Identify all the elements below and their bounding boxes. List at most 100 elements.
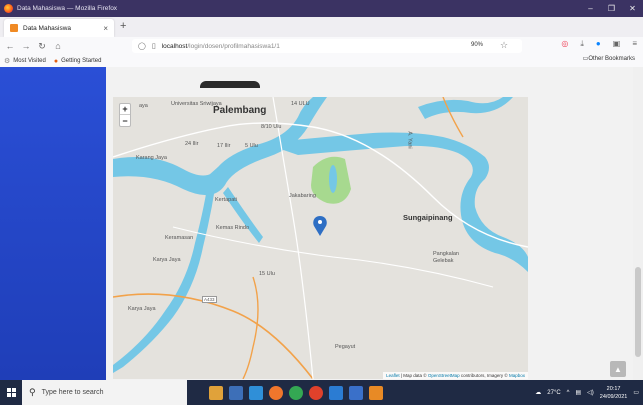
attribution-text: contributors, Imagery © <box>459 373 509 378</box>
chrome-icon[interactable] <box>289 385 303 400</box>
map-label: Pegayut <box>335 344 356 350</box>
maximize-icon[interactable]: ❐ <box>601 0 622 17</box>
extensions-icon[interactable]: ▣ <box>613 39 621 49</box>
tab-close-icon[interactable]: × <box>103 24 108 33</box>
windows-logo-icon <box>6 388 16 397</box>
bookmarks-toolbar: ⚙ Most Visited ● Getting Started ▭ Other… <box>0 55 643 67</box>
notification-icon[interactable]: ▭ <box>633 389 639 396</box>
leaflet-link[interactable]: Leaflet <box>386 373 400 378</box>
river-branch <box>223 187 263 243</box>
taskbar-search[interactable]: ⚲ Type here to search <box>22 380 187 405</box>
sublime-icon[interactable] <box>369 385 383 400</box>
firefox-icon <box>4 4 13 13</box>
map-label-road: A. Yani <box>406 131 413 149</box>
store-icon[interactable] <box>229 385 243 400</box>
window-title: Data Mahasiswa — Mozilla Firefox <box>17 5 118 12</box>
map-label: 17 Ilir <box>217 143 231 149</box>
reload-icon[interactable]: ↻ <box>36 41 48 52</box>
back-icon[interactable]: ← <box>4 41 16 51</box>
map-label: Jakabaring <box>289 193 316 199</box>
tab-label: Data Mahasiswa <box>23 24 72 32</box>
map-attribution: Leaflet | Map data © OpenStreetMap contr… <box>383 372 528 379</box>
zoom-out-button[interactable]: − <box>120 115 130 126</box>
bookmark-getting-started[interactable]: ● Getting Started <box>54 58 102 65</box>
scroll-to-top-button[interactable]: ▲ <box>610 361 626 377</box>
tab-notch <box>200 81 260 88</box>
weather-icon: ☁ <box>535 390 542 396</box>
marker-dot <box>318 220 322 224</box>
map-label: 5 Ulu <box>245 143 258 149</box>
file-explorer-icon[interactable] <box>209 385 223 400</box>
favicon-icon <box>10 24 18 32</box>
home-icon[interactable]: ⌂ <box>52 41 64 51</box>
bookmark-other[interactable]: ▭ Other Bookmarks <box>583 55 635 63</box>
url-bar[interactable]: ◯ ▯ localhost /login/dosen/profilmahasis… <box>132 39 522 53</box>
navigation-toolbar: ← → ↻ ⌂ ◯ ▯ localhost /login/dosen/profi… <box>0 37 643 55</box>
map-label: Kemas Rindo <box>216 225 250 231</box>
bookmark-label: Most Visited <box>13 58 46 64</box>
clock[interactable]: 20:17 24/09/2021 <box>600 385 628 401</box>
map-label: Karya Jaya <box>153 257 181 263</box>
lake <box>329 165 337 193</box>
sidebar <box>0 67 106 380</box>
shield-icon: ◯ <box>138 43 146 50</box>
word-icon[interactable] <box>349 385 363 400</box>
network-icon[interactable]: ▤ <box>576 389 582 396</box>
map-label-city: Palembang <box>213 105 267 116</box>
url-host: localhost <box>161 42 188 50</box>
map-marker-icon <box>313 216 327 236</box>
clock-time: 20:17 <box>606 385 621 392</box>
forward-icon[interactable]: → <box>20 41 32 51</box>
bookmark-star-icon[interactable]: ☆ <box>500 40 508 51</box>
firefox-taskbar-icon[interactable] <box>269 385 283 400</box>
mapbox-link[interactable]: Mapbox <box>509 373 525 378</box>
zoom-level[interactable]: 90% <box>471 42 484 48</box>
map-label: 14 ULU <box>291 101 310 107</box>
start-button[interactable] <box>0 380 22 405</box>
window-controls: – ❐ ✕ <box>580 0 643 17</box>
volume-icon[interactable]: ◁) <box>587 389 594 396</box>
clock-date: 24/09/2021 <box>599 393 628 400</box>
downloads-icon[interactable]: ⤓ <box>580 39 584 49</box>
attribution-text: | Map data © <box>399 373 428 378</box>
zoom-in-button[interactable]: + <box>120 104 130 115</box>
opera-icon[interactable] <box>309 385 323 400</box>
chevron-up-icon[interactable]: ^ <box>567 390 570 396</box>
vscode-icon[interactable] <box>329 385 343 400</box>
map-label: Kertapati <box>215 197 238 203</box>
bookmark-most-visited[interactable]: ⚙ Most Visited <box>4 57 46 65</box>
windows-taskbar: ⚲ Type here to search ☁ 27°C ^ ▤ ◁) 20:1… <box>0 380 643 405</box>
close-icon[interactable]: ✕ <box>622 0 643 17</box>
mail-icon[interactable] <box>249 385 263 400</box>
gear-icon: ⚙ <box>4 58 11 65</box>
map-label: Keramasan <box>165 235 194 241</box>
leaflet-map[interactable]: + − aya Universitas Sriwijaya Palembang … <box>113 97 528 379</box>
map-label: 8/10 Ulu <box>261 124 282 130</box>
weather-temp: 27°C <box>547 389 561 396</box>
page-icon: ▯ <box>151 43 156 50</box>
map-label: Karang Jaya <box>136 155 167 161</box>
url-path: /login/dosen/profilmahasiswa1/1 <box>187 42 280 50</box>
toolbar-right: ◎ ⤓ ● ▣ ≡ <box>561 39 637 49</box>
map-label: Karya Jaya <box>128 306 156 312</box>
firefox-bookmark-icon: ● <box>53 57 59 65</box>
bookmark-label: Getting Started <box>61 58 102 64</box>
bookmark-label: Other Bookmarks <box>588 55 635 62</box>
minimize-icon[interactable]: – <box>580 0 601 17</box>
page-scrollbar[interactable] <box>633 67 643 380</box>
search-placeholder: Type here to search <box>41 389 104 396</box>
search-icon: ⚲ <box>29 387 36 397</box>
map-label: 15 Ulu <box>259 271 275 277</box>
menu-icon[interactable]: ≡ <box>632 39 637 49</box>
map-label: 24 Ilir <box>185 141 199 147</box>
road-orange-2 <box>242 276 259 379</box>
pocket-icon[interactable]: ◎ <box>561 39 568 49</box>
scrollbar-thumb[interactable] <box>635 267 641 357</box>
map-label: Sungaipinang <box>403 213 453 222</box>
tab-data-mahasiswa[interactable]: Data Mahasiswa × <box>4 19 114 37</box>
new-tab-icon[interactable]: + <box>120 20 126 32</box>
account-icon[interactable]: ● <box>596 39 601 49</box>
tab-strip: Data Mahasiswa × + <box>0 17 643 37</box>
osm-link[interactable]: OpenStreetMap <box>428 373 460 378</box>
map-label: aya <box>139 103 148 109</box>
